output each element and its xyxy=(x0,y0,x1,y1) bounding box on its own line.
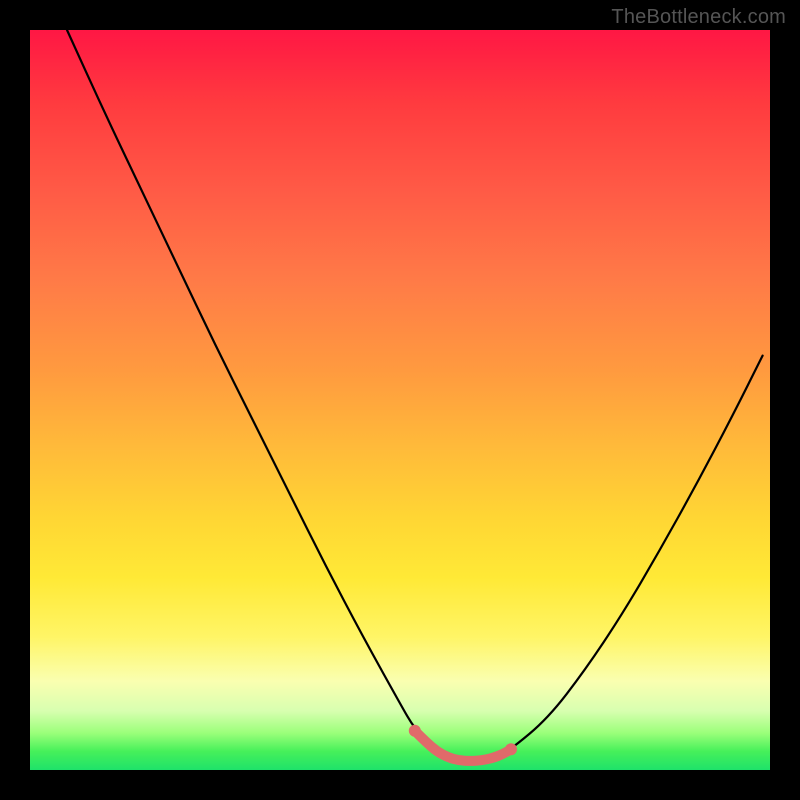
highlight-endpoint xyxy=(505,743,517,755)
highlight-endpoint xyxy=(409,725,421,737)
plot-area xyxy=(30,30,770,770)
series-highlight xyxy=(415,731,511,761)
series-curve xyxy=(67,30,763,760)
watermark-text: TheBottleneck.com xyxy=(611,6,786,29)
chart-svg xyxy=(30,30,770,770)
chart-frame: TheBottleneck.com xyxy=(0,0,800,800)
